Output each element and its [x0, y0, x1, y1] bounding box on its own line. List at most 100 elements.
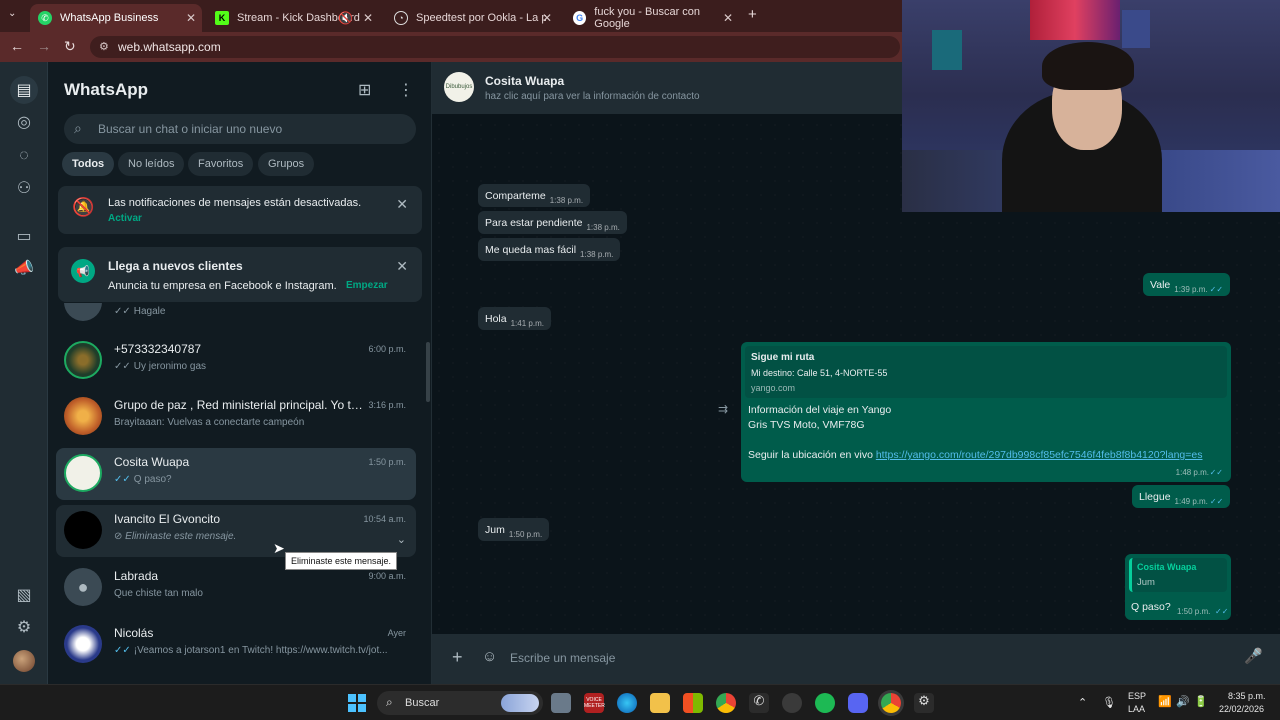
- store-icon[interactable]: [683, 693, 703, 713]
- reply-message-bubble[interactable]: Cosita Wuapa Jum Q paso? 1:50 p.m. ✓✓: [1125, 554, 1231, 620]
- catalog-icon[interactable]: ▭: [12, 224, 36, 248]
- tab-whatsapp[interactable]: ✆ WhatsApp Business ✕: [30, 4, 202, 32]
- tab-search-icon[interactable]: ⌄: [8, 8, 16, 19]
- chrome-icon[interactable]: [716, 693, 736, 713]
- wifi-icon[interactable]: 📶: [1158, 695, 1172, 708]
- language-top[interactable]: ESP: [1128, 691, 1146, 701]
- site-settings-icon[interactable]: ⚙: [99, 40, 109, 53]
- voicemeeter-icon[interactable]: VOICE MEETER: [584, 693, 605, 713]
- message-text: Comparteme: [485, 190, 546, 202]
- deleted-icon: ⊘: [114, 531, 126, 542]
- chat-row-selected[interactable]: Cosita Wuapa 1:50 p.m. ✓✓ Q paso?: [56, 448, 416, 500]
- link-preview[interactable]: Sigue mi ruta Mi destino: Calle 51, 4-NO…: [745, 346, 1227, 398]
- clock-date[interactable]: 22/02/2026: [1219, 704, 1264, 714]
- mic-tray-icon[interactable]: 🎙: [1102, 696, 1116, 709]
- file-explorer-icon[interactable]: [551, 693, 571, 713]
- contact-avatar[interactable]: Dibubujos: [444, 72, 474, 102]
- message-bubble[interactable]: Llegue 1:49 p.m. ✓✓: [1132, 485, 1231, 508]
- search-input[interactable]: ⌕ Buscar un chat o iniciar uno nuevo: [64, 114, 416, 144]
- mouse-cursor: ➤: [273, 540, 285, 556]
- tab-kick[interactable]: K Stream - Kick Dashboard 🔇 ✕: [207, 4, 379, 32]
- folder-icon[interactable]: [650, 693, 670, 713]
- profile-avatar[interactable]: [13, 650, 35, 672]
- chats-icon[interactable]: ▤: [10, 76, 38, 104]
- message-bubble[interactable]: Jum 1:50 p.m.: [478, 518, 550, 541]
- forward-icon[interactable]: →: [37, 38, 51, 54]
- windows-start-icon[interactable]: [348, 694, 366, 712]
- preview-description: Mi destino: Calle 51, 4-NORTE-55: [751, 368, 888, 378]
- filter-all[interactable]: Todos: [62, 152, 115, 176]
- tray-chevron-icon[interactable]: ⌃: [1078, 696, 1087, 709]
- filter-favorites[interactable]: Favoritos: [188, 152, 254, 176]
- reload-icon[interactable]: ↻: [64, 38, 76, 55]
- new-chat-icon[interactable]: ⊞: [358, 80, 371, 100]
- message-bubble[interactable]: Para estar pendiente 1:38 p.m.: [478, 211, 627, 234]
- bell-off-icon: 🔕: [72, 197, 95, 217]
- status-icon[interactable]: ◎: [12, 110, 36, 134]
- discord-icon[interactable]: [848, 693, 868, 713]
- read-ticks-icon: ✓✓: [1209, 497, 1224, 506]
- sticker-icon[interactable]: ☺: [482, 648, 497, 665]
- message-bubble[interactable]: Me queda mas fácil 1:38 p.m.: [478, 238, 621, 261]
- gear-app-icon[interactable]: ⚙: [914, 693, 934, 713]
- taskbar: ⌕ Buscar VOICE MEETER ✆ ⚙ ⌃ 🎙 ESP LAA 📶 …: [0, 684, 1280, 720]
- scrollbar[interactable]: [426, 342, 430, 402]
- message-bubble[interactable]: Vale 1:39 p.m. ✓✓: [1143, 273, 1231, 296]
- link-message-bubble[interactable]: Sigue mi ruta Mi destino: Calle 51, 4-NO…: [741, 342, 1231, 482]
- obs-icon[interactable]: [782, 693, 802, 713]
- chevron-down-icon[interactable]: ⌄: [397, 533, 406, 546]
- taskbar-search[interactable]: ⌕ Buscar: [377, 691, 543, 715]
- ads-icon[interactable]: 📣: [12, 256, 36, 280]
- message-text: Vale: [1150, 279, 1171, 291]
- channels-icon[interactable]: ◌: [12, 144, 36, 168]
- close-icon[interactable]: ✕: [363, 11, 373, 25]
- new-tab-button[interactable]: +: [748, 6, 757, 23]
- spotify-icon[interactable]: [815, 693, 835, 713]
- message-bubble[interactable]: Hola 1:41 p.m.: [478, 307, 551, 330]
- forward-icon[interactable]: ⇉: [718, 402, 728, 416]
- communities-icon[interactable]: ⚇: [12, 176, 36, 200]
- message-line: Gris TVS Moto, VMF78G: [748, 419, 865, 431]
- close-icon[interactable]: ✕: [542, 11, 552, 25]
- menu-icon[interactable]: ⋮: [398, 80, 414, 100]
- preview-title: Sigue mi ruta: [751, 352, 815, 363]
- close-icon[interactable]: ✕: [723, 11, 733, 25]
- chrome-active-icon[interactable]: [881, 693, 901, 713]
- media-icon[interactable]: ▧: [12, 583, 36, 607]
- chat-name: Grupo de paz , Red ministerial principal…: [114, 398, 364, 412]
- partial-chat-preview[interactable]: ✓✓ Hagale: [114, 306, 165, 317]
- close-icon[interactable]: ✕: [186, 11, 196, 25]
- tab-google[interactable]: G fuck you - Buscar con Google ✕: [565, 4, 739, 32]
- close-icon[interactable]: ✕: [396, 196, 408, 213]
- clock-time[interactable]: 8:35 p.m.: [1228, 691, 1266, 701]
- activate-link[interactable]: Activar: [108, 213, 142, 224]
- chat-row[interactable]: Grupo de paz , Red ministerial principal…: [56, 391, 416, 443]
- url-field[interactable]: ⚙ web.whatsapp.com: [90, 36, 900, 58]
- quoted-message[interactable]: Cosita Wuapa Jum: [1129, 558, 1227, 592]
- attach-plus-icon[interactable]: +: [452, 647, 463, 668]
- close-icon[interactable]: ✕: [396, 258, 408, 275]
- chat-list-panel: WhatsApp ⊞ ⋮ ⌕ Buscar un chat o iniciar …: [48, 62, 432, 684]
- tab-speedtest[interactable]: ◔ Speedtest por Ookla - La prueb ✕: [386, 4, 558, 32]
- chat-row[interactable]: Ivancito El Gvoncito 10:54 a.m. ⊘ Elimin…: [56, 505, 416, 557]
- contact-name[interactable]: Cosita Wuapa: [485, 74, 564, 88]
- start-link[interactable]: Empezar: [346, 280, 388, 291]
- volume-icon[interactable]: 🔊: [1176, 695, 1190, 708]
- contact-subtitle[interactable]: haz clic aquí para ver la información de…: [485, 91, 700, 102]
- battery-icon[interactable]: 🔋: [1194, 695, 1208, 708]
- microphone-icon[interactable]: 🎤: [1244, 647, 1263, 665]
- language-bottom[interactable]: LAA: [1128, 704, 1145, 714]
- mute-icon[interactable]: 🔇: [338, 11, 353, 25]
- filter-unread[interactable]: No leídos: [118, 152, 185, 176]
- chat-name: Labrada: [114, 569, 159, 583]
- message-input[interactable]: Escribe un mensaje: [502, 644, 1242, 672]
- route-link[interactable]: https://yango.com/route/297db998cf85efc7…: [876, 449, 1203, 461]
- chat-row[interactable]: +573332340787 6:00 p.m. ✓✓ Uy jeronimo ga…: [56, 335, 416, 387]
- edge-icon[interactable]: [617, 693, 637, 713]
- chat-row[interactable]: Nicolás Ayer ✓✓ ¡Veamos a jotarson1 en Tw…: [56, 619, 416, 671]
- filter-groups[interactable]: Grupos: [258, 152, 315, 176]
- back-icon[interactable]: ←: [10, 38, 24, 54]
- message-bubble[interactable]: Comparteme 1:38 p.m.: [478, 184, 591, 207]
- phone-icon[interactable]: ✆: [749, 693, 769, 713]
- settings-icon[interactable]: ⚙: [12, 615, 36, 639]
